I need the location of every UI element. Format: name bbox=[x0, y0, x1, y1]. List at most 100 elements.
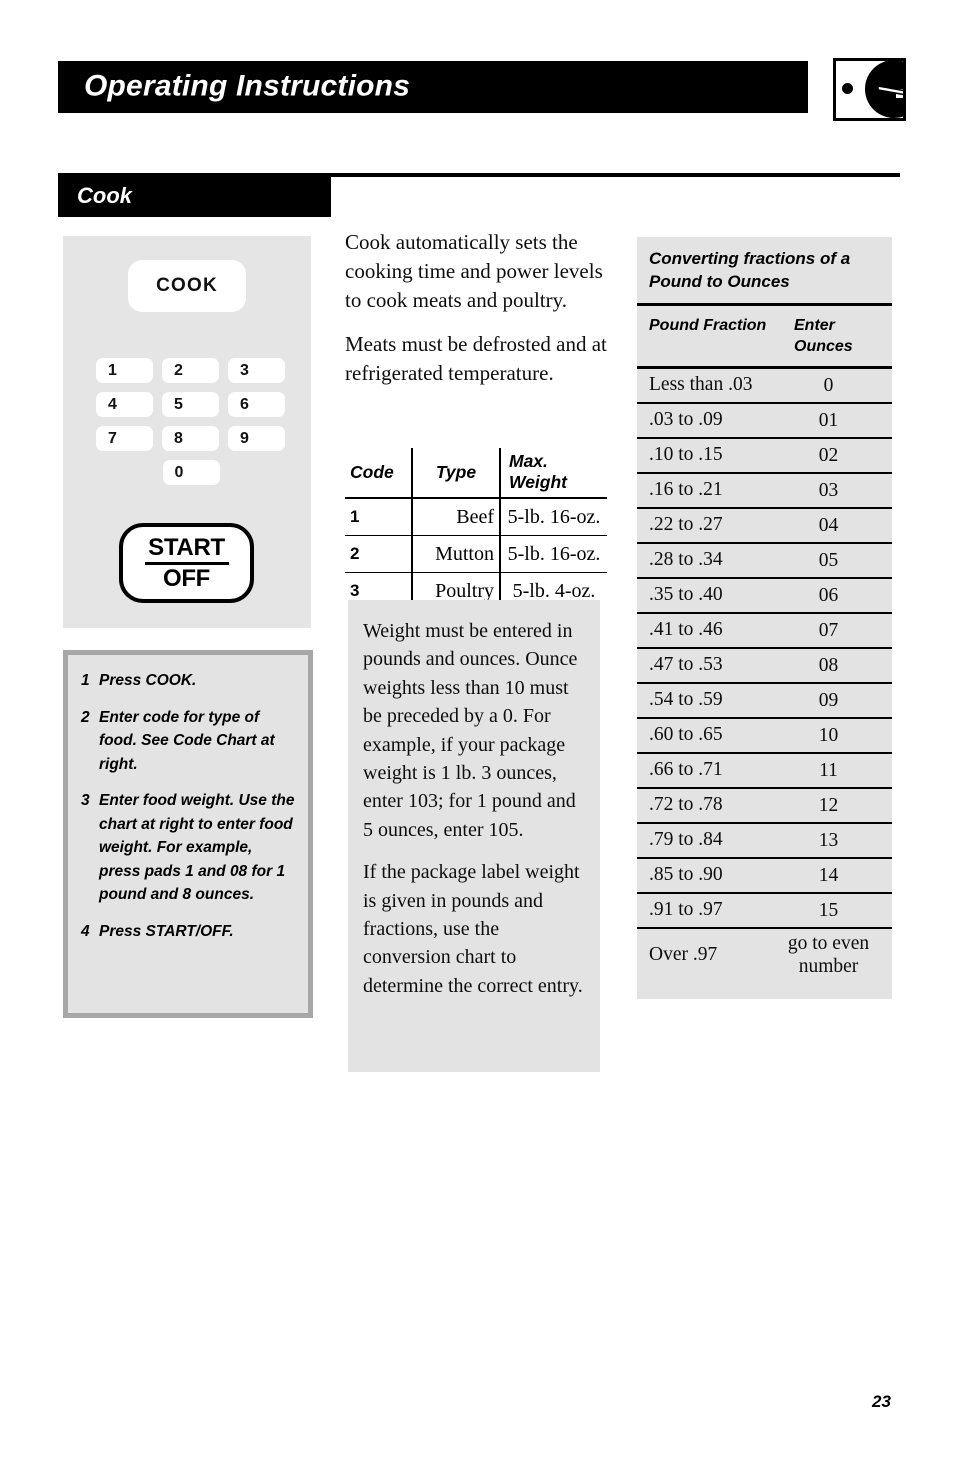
table-row: .10 to .15 02 bbox=[637, 439, 892, 474]
key-5[interactable]: 5 bbox=[162, 392, 219, 417]
cell-fraction: .79 to .84 bbox=[649, 829, 723, 851]
key-2[interactable]: 2 bbox=[162, 358, 219, 383]
table-row: .79 to .84 13 bbox=[637, 824, 892, 859]
keypad-row: 1 2 3 bbox=[96, 358, 286, 383]
cell-weight: 5-lb. 16-oz. bbox=[500, 535, 607, 573]
conversion-table-header-row: Pound Fraction Enter Ounces bbox=[637, 306, 892, 369]
cell-ounces: 14 bbox=[818, 864, 839, 886]
section-title: Cook bbox=[77, 182, 132, 208]
note-paragraph-2: If the package label weight is given in … bbox=[363, 861, 583, 997]
brand-logo bbox=[833, 58, 906, 121]
cell-fraction: .66 to .71 bbox=[649, 759, 723, 781]
code-chart-table: Code Type Max. Weight 1 Beef 5-lb. 16-oz… bbox=[345, 448, 607, 609]
key-1[interactable]: 1 bbox=[96, 358, 153, 383]
conversion-table: Converting fractions of a Pound to Ounce… bbox=[637, 237, 892, 999]
logo-dot-icon bbox=[842, 83, 853, 94]
cell-ounces: 09 bbox=[818, 689, 839, 711]
col-header-pound-fraction: Pound Fraction bbox=[649, 317, 767, 335]
key-3[interactable]: 3 bbox=[228, 358, 285, 383]
table-row: Over .97 go to even number bbox=[637, 929, 892, 999]
page-header-bar: Operating Instructions bbox=[58, 61, 808, 113]
cell-ounces: 0 bbox=[823, 374, 834, 396]
cell-fraction: .41 to .46 bbox=[649, 619, 723, 641]
note-paragraph-1: Weight must be entered in pounds and oun… bbox=[363, 620, 578, 841]
table-row: .28 to .34 05 bbox=[637, 544, 892, 579]
key-4[interactable]: 4 bbox=[96, 392, 153, 417]
cell-code: 2 bbox=[345, 535, 413, 573]
section-heading-bar: Cook bbox=[58, 177, 331, 217]
key-0[interactable]: 0 bbox=[162, 460, 220, 485]
cell-ounces: 04 bbox=[818, 514, 839, 536]
cell-fraction: .85 to .90 bbox=[649, 864, 723, 886]
cell-ounces: 13 bbox=[818, 829, 839, 851]
start-label: START bbox=[148, 533, 225, 561]
table-row: 2 Mutton 5-lb. 16-oz. bbox=[345, 535, 607, 573]
cook-pad-button[interactable]: COOK bbox=[128, 260, 246, 312]
cell-fraction: .16 to .21 bbox=[649, 479, 723, 501]
table-row: .03 to .09 01 bbox=[637, 404, 892, 439]
cell-fraction: .35 to .40 bbox=[649, 584, 723, 606]
cell-ounces: 03 bbox=[818, 479, 839, 501]
step-item: 4 Press START/OFF. bbox=[81, 920, 296, 944]
cell-weight: 5-lb. 16-oz. bbox=[500, 498, 607, 536]
cell-fraction: .03 to .09 bbox=[649, 409, 723, 431]
key-9[interactable]: 9 bbox=[228, 426, 285, 451]
key-7[interactable]: 7 bbox=[96, 426, 153, 451]
conversion-table-title: Converting fractions of a Pound to Ounce… bbox=[637, 237, 892, 307]
cell-fraction: .72 to .78 bbox=[649, 794, 723, 816]
table-row: .60 to .65 10 bbox=[637, 719, 892, 754]
table-row: .54 to .59 09 bbox=[637, 684, 892, 719]
table-row: 1 Beef 5-lb. 16-oz. bbox=[345, 498, 607, 536]
number-keypad: 1 2 3 4 5 6 7 8 9 0 bbox=[96, 358, 286, 494]
keypad-row: 4 5 6 bbox=[96, 392, 286, 417]
step-number: 3 bbox=[81, 792, 90, 810]
keypad-row: 7 8 9 bbox=[96, 426, 286, 451]
intro-paragraph-2: Meats must be defrosted and at refrigera… bbox=[345, 331, 607, 385]
cell-fraction: .28 to .34 bbox=[649, 549, 723, 571]
off-label: OFF bbox=[162, 565, 211, 592]
col-header-type: Type bbox=[412, 448, 501, 499]
col-header-max-weight: Max. Weight bbox=[500, 448, 607, 499]
table-row: .91 to .97 15 bbox=[637, 894, 892, 929]
cell-ounces: 07 bbox=[818, 619, 839, 641]
cook-pad-label: COOK bbox=[156, 275, 218, 296]
intro-text-column: Cook automatically sets the cooking time… bbox=[345, 228, 613, 402]
cell-fraction: Less than .03 bbox=[649, 374, 753, 396]
step-text: Enter food weight. Use the chart at righ… bbox=[99, 792, 295, 904]
page-number: 23 bbox=[872, 1392, 891, 1411]
cell-type: Beef bbox=[412, 498, 501, 536]
cell-fraction: .47 to .53 bbox=[649, 654, 723, 676]
col-header-code: Code bbox=[345, 448, 413, 499]
step-number: 2 bbox=[81, 708, 90, 726]
cell-ounces: 08 bbox=[818, 654, 839, 676]
table-row: .47 to .53 08 bbox=[637, 649, 892, 684]
key-8[interactable]: 8 bbox=[162, 426, 219, 451]
cell-ounces: 06 bbox=[818, 584, 839, 606]
cell-fraction: .10 to .15 bbox=[649, 444, 723, 466]
page-title: Operating Instructions bbox=[84, 69, 411, 103]
cell-ounces: 10 bbox=[818, 724, 839, 746]
table-row: .35 to .40 06 bbox=[637, 579, 892, 614]
cell-fraction: .54 to .59 bbox=[649, 689, 723, 711]
key-6[interactable]: 6 bbox=[228, 392, 285, 417]
table-row: .16 to .21 03 bbox=[637, 474, 892, 509]
cell-ounces: go to even number bbox=[787, 932, 870, 978]
cell-ounces: 02 bbox=[818, 444, 839, 466]
cell-ounces: 11 bbox=[819, 759, 838, 781]
cell-fraction: .60 to .65 bbox=[649, 724, 723, 746]
table-row: .41 to .46 07 bbox=[637, 614, 892, 649]
step-item: 3 Enter food weight. Use the chart at ri… bbox=[81, 789, 296, 907]
start-off-button[interactable]: START OFF bbox=[119, 523, 254, 603]
keypad-row: 0 bbox=[96, 460, 286, 485]
step-number: 1 bbox=[81, 672, 90, 689]
col-header-enter-ounces: Enter Ounces bbox=[794, 317, 853, 356]
table-header-row: Code Type Max. Weight bbox=[345, 448, 607, 499]
cell-ounces: 01 bbox=[818, 409, 839, 431]
step-text: Enter code for type of food. See Code Ch… bbox=[99, 708, 275, 773]
cell-ounces: 12 bbox=[818, 794, 839, 816]
cell-fraction: Over .97 bbox=[649, 944, 718, 966]
cell-fraction: .91 to .97 bbox=[649, 899, 723, 921]
cell-ounces: 15 bbox=[818, 899, 839, 921]
table-row: .22 to .27 04 bbox=[637, 509, 892, 544]
cell-ounces: 05 bbox=[818, 549, 839, 571]
